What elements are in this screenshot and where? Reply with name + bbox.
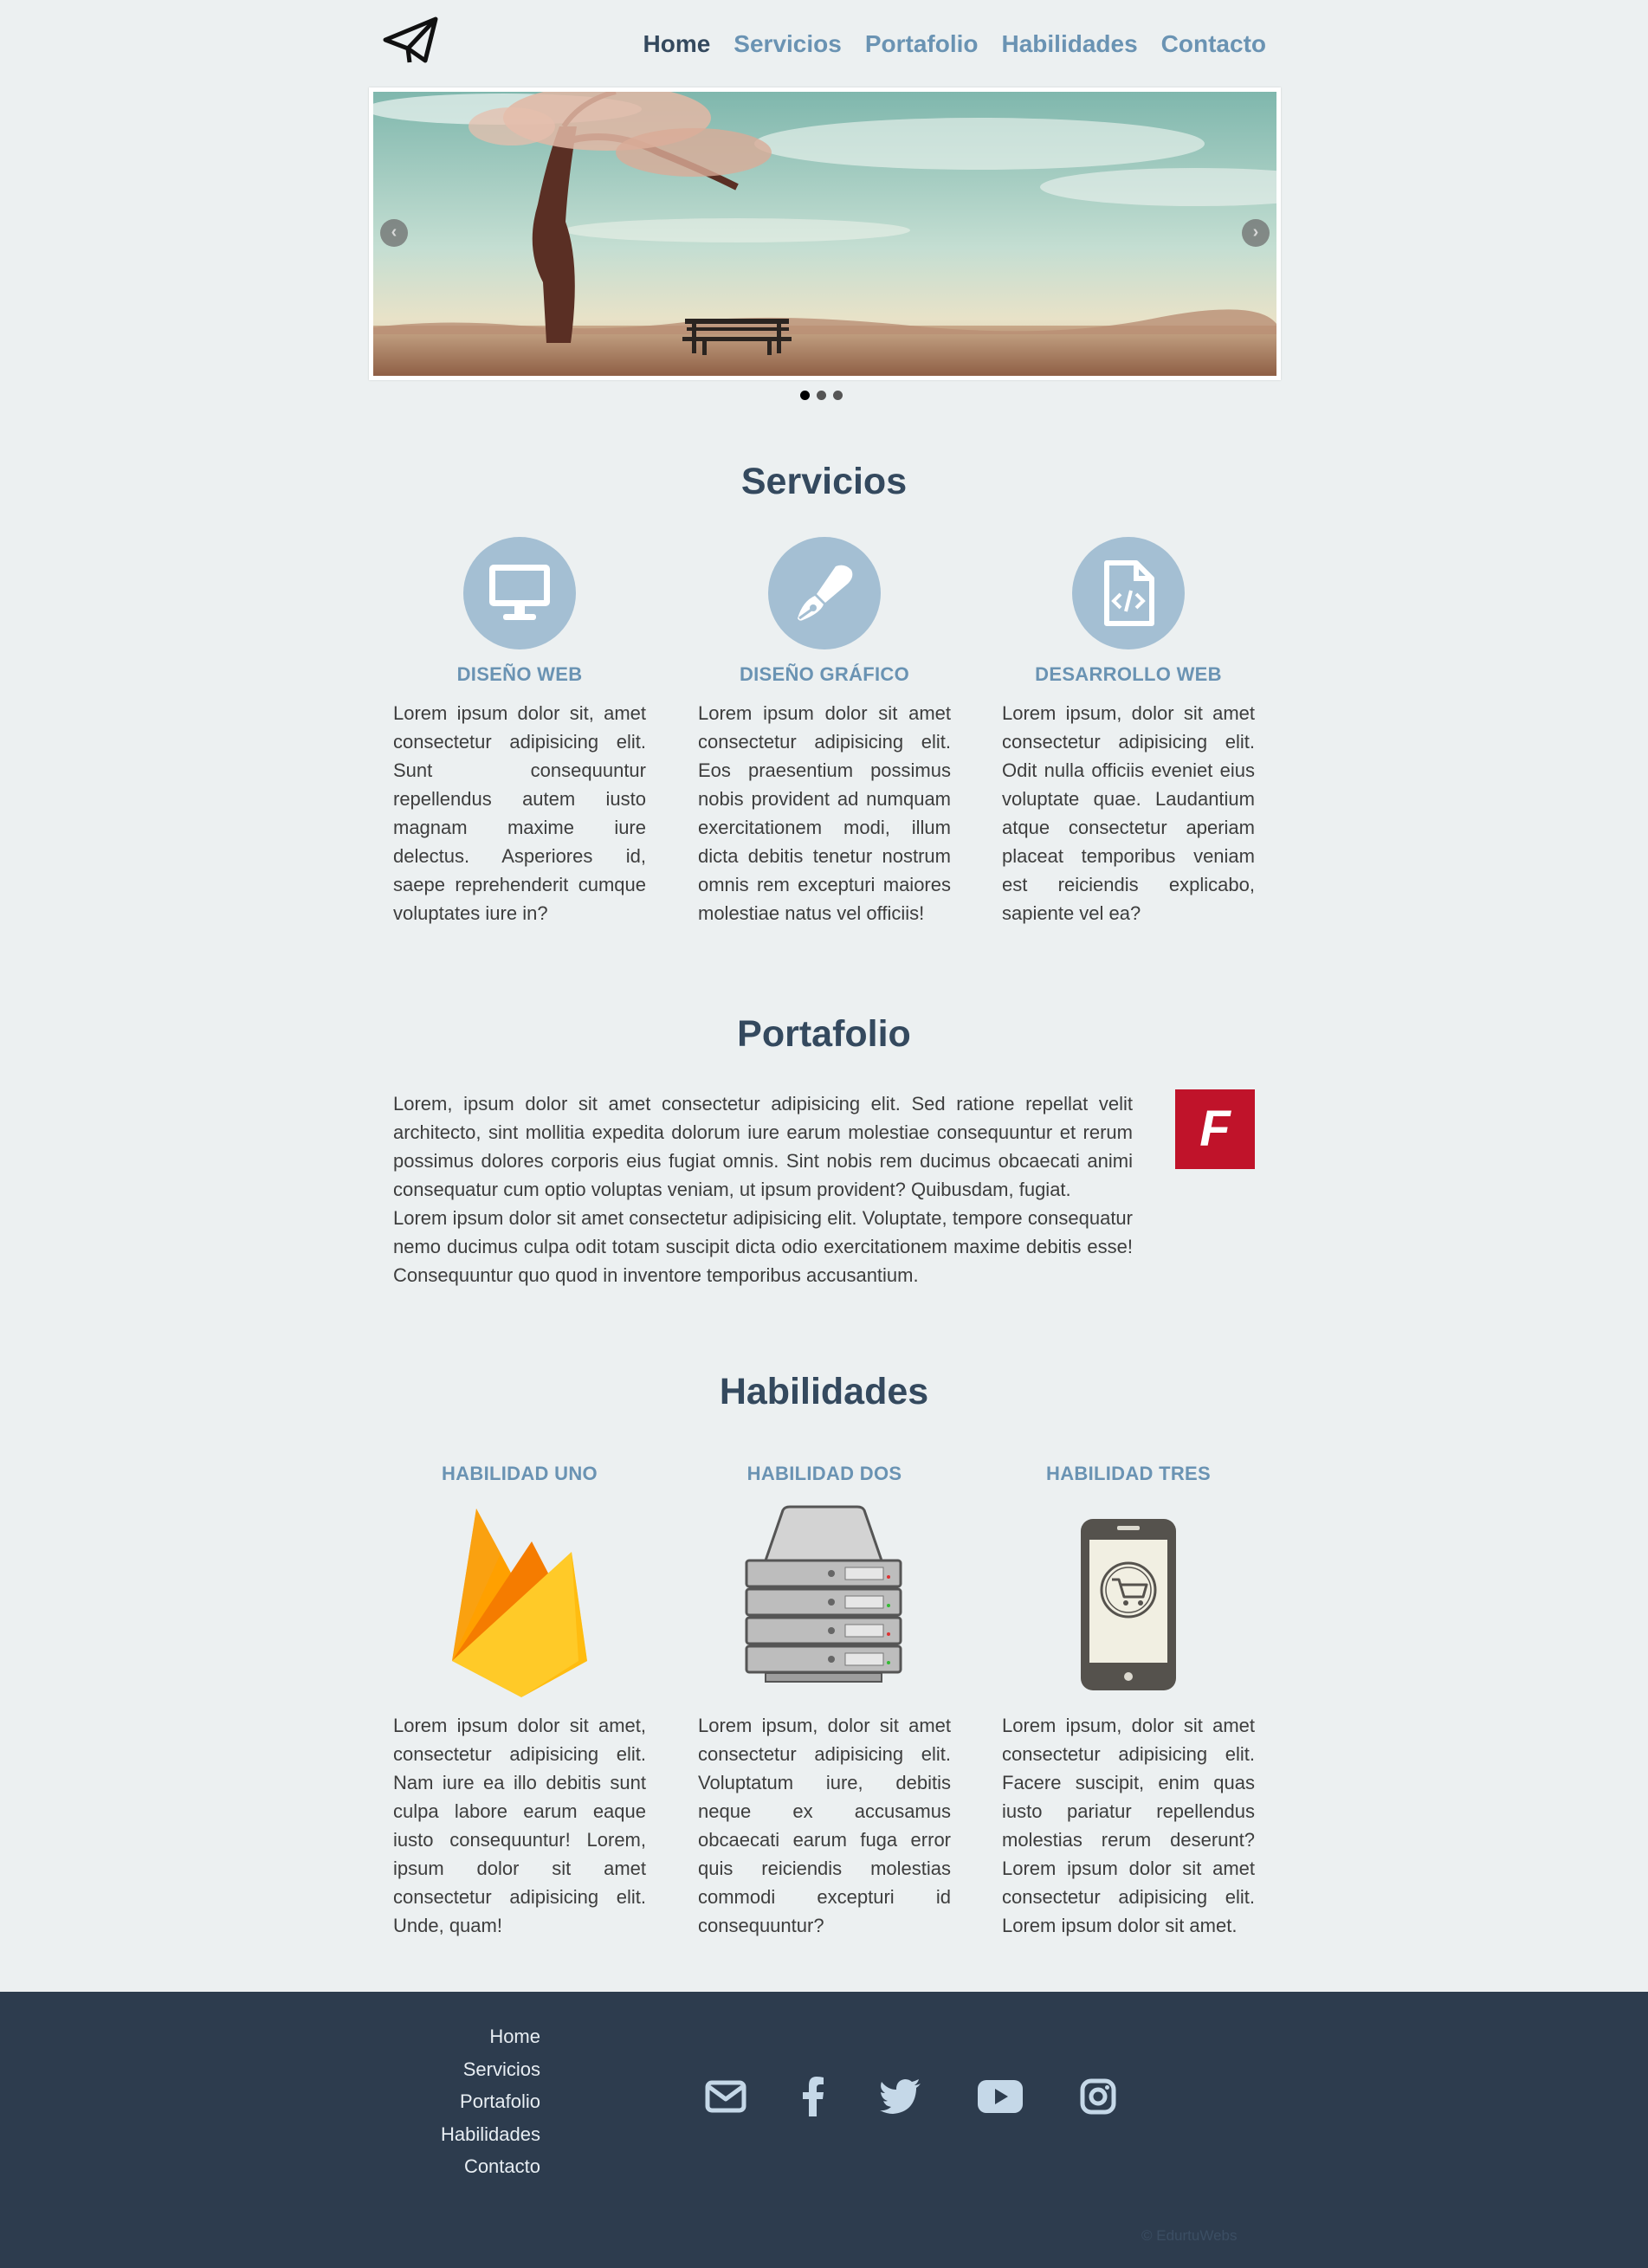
instagram-icon[interactable] <box>1072 2075 1124 2118</box>
nav-home[interactable]: Home <box>643 30 711 58</box>
mobile-shopping-icon <box>1081 1519 1176 1690</box>
skill-title: HABILIDAD TRES <box>1046 1463 1211 1484</box>
slider-next-button[interactable]: › <box>1242 219 1270 247</box>
paper-plane-icon[interactable] <box>382 16 439 66</box>
firebase-icon <box>452 1509 587 1697</box>
pen-nib-icon <box>768 537 881 649</box>
skill-text: Lorem ipsum, dolor sit amet consectetur … <box>698 1715 951 1936</box>
footer-link-portafolio[interactable]: Portafolio <box>381 2085 540 2118</box>
file-code-icon <box>1072 537 1185 649</box>
footer-link-servicios[interactable]: Servicios <box>381 2053 540 2086</box>
nav-habilidades[interactable]: Habilidades <box>1002 30 1138 58</box>
footer-link-contacto[interactable]: Contacto <box>381 2150 540 2183</box>
slider-dots <box>800 391 843 400</box>
footer: Home Servicios Portafolio Habilidades Co… <box>0 1992 1648 2268</box>
monitor-icon <box>463 537 576 649</box>
nav-servicios[interactable]: Servicios <box>734 30 842 58</box>
footer-nav: Home Servicios Portafolio Habilidades Co… <box>381 2020 540 2183</box>
slide-image <box>373 92 1276 376</box>
facebook-icon[interactable] <box>787 2075 839 2118</box>
slider-dot-3[interactable] <box>833 391 843 400</box>
flash-logo-icon: F <box>1175 1089 1255 1169</box>
portfolio-text: Lorem, ipsum dolor sit amet consectetur … <box>393 1089 1133 1289</box>
slider-dot-2[interactable] <box>817 391 826 400</box>
nav-contacto[interactable]: Contacto <box>1161 30 1266 58</box>
skill-text: Lorem ipsum, dolor sit amet consectetur … <box>1002 1715 1255 1936</box>
twitter-icon[interactable] <box>875 2075 927 2118</box>
nav-portafolio[interactable]: Portafolio <box>865 30 979 58</box>
skill-uno: HABILIDAD UNO <box>393 1463 646 1485</box>
youtube-icon[interactable] <box>974 2075 1026 2118</box>
header: Home Servicios Portafolio Habilidades Co… <box>368 0 1280 87</box>
service-title: DISEÑO WEB <box>456 663 583 685</box>
service-title: DESARROLLO WEB <box>1035 663 1222 685</box>
service-diseno-grafico: DISEÑO GRÁFICO Lorem ipsum dolor sit ame… <box>698 663 951 927</box>
skill-text: Lorem ipsum dolor sit amet, consectetur … <box>393 1715 646 1936</box>
skill-title: HABILIDAD DOS <box>746 1463 902 1484</box>
skills-title: Habilidades <box>719 1371 929 1412</box>
footer-link-habilidades[interactable]: Habilidades <box>381 2118 540 2151</box>
copyright: © EdurtuWebs <box>1141 2227 1238 2244</box>
image-slider[interactable]: ‹ › <box>369 87 1281 380</box>
footer-link-home[interactable]: Home <box>381 2020 540 2053</box>
skill-title: HABILIDAD UNO <box>442 1463 598 1484</box>
service-diseno-web: DISEÑO WEB Lorem ipsum dolor sit, amet c… <box>393 663 646 927</box>
service-text: Lorem ipsum dolor sit amet consectetur a… <box>698 702 951 924</box>
service-text: Lorem ipsum, dolor sit amet consectetur … <box>1002 702 1255 924</box>
service-title: DISEÑO GRÁFICO <box>739 663 910 685</box>
slider-dot-1[interactable] <box>800 391 810 400</box>
envelope-icon[interactable] <box>700 2075 752 2118</box>
portfolio-title: Portafolio <box>737 1013 911 1055</box>
main-nav: Home Servicios Portafolio Habilidades Co… <box>643 30 1267 58</box>
skill-tres: HABILIDAD TRES <box>1002 1463 1255 1485</box>
services-title: Servicios <box>740 461 908 502</box>
portfolio-paragraph-1: Lorem, ipsum dolor sit amet consectetur … <box>393 1093 1133 1200</box>
server-icon <box>745 1505 902 1683</box>
slider-prev-button[interactable]: ‹ <box>380 219 408 247</box>
service-desarrollo-web: DESARROLLO WEB Lorem ipsum, dolor sit am… <box>1002 663 1255 927</box>
portfolio-paragraph-2: Lorem ipsum dolor sit amet consectetur a… <box>393 1207 1133 1286</box>
skill-dos: HABILIDAD DOS <box>698 1463 951 1485</box>
service-text: Lorem ipsum dolor sit, amet consectetur … <box>393 702 646 924</box>
